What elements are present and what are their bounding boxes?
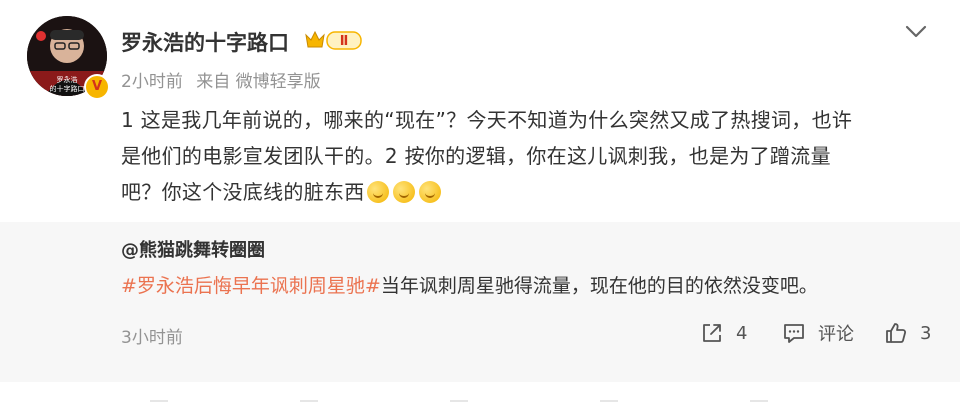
comment-icon bbox=[784, 324, 804, 343]
post-text-line: 1 这是我几年前说的，哪来的“现在”？今天不知道为什么突然又成了热搜词，也许 bbox=[121, 108, 853, 132]
comment-label: 评论 bbox=[818, 324, 854, 345]
post-time: 2小时前 bbox=[121, 72, 183, 92]
reposted-card[interactable]: @熊猫跳舞转圈圈 #罗永浩后悔早年讽刺周星驰#当年讽刺周星驰得流量，现在他的目的… bbox=[0, 222, 960, 382]
post-text-line: 吧？你这个没底线的脏东西 bbox=[121, 174, 936, 210]
divider-tick bbox=[750, 400, 768, 402]
post-text: 1 这是我几年前说的，哪来的“现在”？今天不知道为什么突然又成了热搜词，也许 是… bbox=[121, 102, 936, 210]
divider-tick bbox=[450, 400, 468, 402]
like-count: 3 bbox=[920, 322, 932, 344]
share-icon bbox=[703, 324, 721, 342]
divider-tick bbox=[150, 400, 168, 402]
post-meta: 2小时前 来自 微博轻享版 bbox=[121, 67, 321, 92]
bottom-divider bbox=[0, 382, 960, 404]
thumbs-up-icon bbox=[886, 323, 907, 343]
divider-tick bbox=[300, 400, 318, 402]
doge-emoji-icon bbox=[418, 181, 441, 203]
post-text-line-text: 吧？你这个没底线的脏东西 bbox=[121, 180, 365, 204]
repost-time: 3小时前 bbox=[121, 328, 183, 348]
repost-body: 当年讽刺周星驰得流量，现在他的目的依然没变吧。 bbox=[380, 275, 818, 297]
chevron-down-icon[interactable] bbox=[903, 20, 929, 42]
repost-text: #罗永浩后悔早年讽刺周星驰#当年讽刺周星驰得流量，现在他的目的依然没变吧。 bbox=[121, 271, 818, 298]
share-button[interactable]: 4 bbox=[700, 320, 747, 346]
comment-button[interactable]: 评论 bbox=[782, 320, 854, 346]
avatar-caption-1: 罗永浩 bbox=[57, 75, 78, 84]
doge-emoji-icon bbox=[392, 181, 415, 203]
post-header: 罗永浩 的十字路口 V 罗永浩的十字路口 Ⅱ 2小时前 来自 微博轻享版 bbox=[0, 0, 960, 100]
share-count: 4 bbox=[736, 322, 748, 344]
repost-username[interactable]: @熊猫跳舞转圈圈 bbox=[121, 236, 265, 262]
post-source: 来自 微博轻享版 bbox=[196, 72, 321, 92]
username[interactable]: 罗永浩的十字路口 bbox=[121, 27, 289, 57]
avatar-caption-2: 的十字路口 bbox=[50, 84, 85, 93]
vip-crown-badge-icon[interactable]: Ⅱ bbox=[303, 27, 365, 53]
verified-badge: V bbox=[84, 74, 110, 100]
like-button[interactable]: 3 bbox=[884, 320, 931, 346]
vip-level: Ⅱ bbox=[340, 34, 349, 49]
hashtag-link[interactable]: #罗永浩后悔早年讽刺周星驰# bbox=[121, 275, 381, 297]
divider-tick bbox=[600, 400, 618, 402]
doge-emoji-icon bbox=[366, 181, 389, 203]
post-text-line: 是他们的电影宣发团队干的。2 按你的逻辑，你在这儿讽刺我，也是为了蹭流量 bbox=[121, 144, 831, 168]
